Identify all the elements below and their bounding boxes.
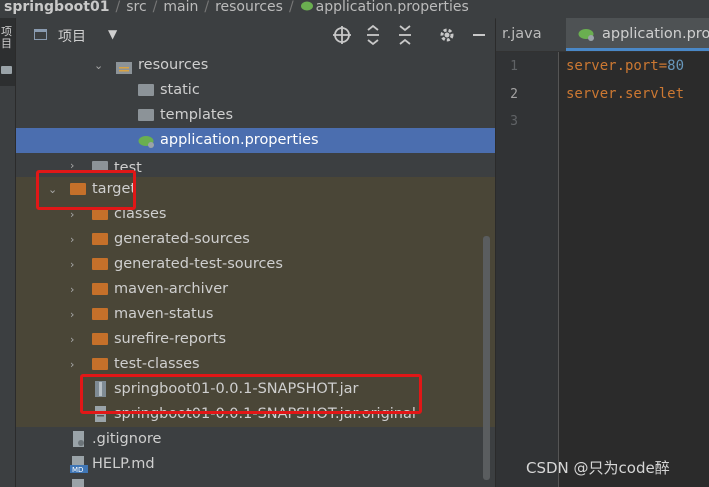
tree-node-label: maven-archiver <box>114 281 229 297</box>
tree-node-label: static <box>160 82 200 98</box>
tree-node-label: generated-test-sources <box>114 256 283 272</box>
breadcrumb-file[interactable]: application.properties <box>316 0 469 14</box>
tree-node-surefire-reports[interactable]: › surefire-reports <box>16 327 495 352</box>
breadcrumb-separator: / <box>115 0 121 15</box>
project-tool-window-button[interactable]: 项目 <box>0 18 15 86</box>
left-tool-strip: 项目 <box>0 18 16 487</box>
target-icon[interactable] <box>331 24 353 46</box>
tree-node-maven-archiver[interactable]: › maven-archiver <box>16 277 495 302</box>
folder-icon <box>92 283 108 295</box>
breadcrumb-separator: / <box>204 0 210 15</box>
chevron-right-icon[interactable]: › <box>70 227 80 252</box>
line-number: 3 <box>510 114 518 129</box>
project-tree: ⌄ resources static templates application… <box>16 53 495 487</box>
folder-icon <box>92 308 108 320</box>
chevron-right-icon[interactable]: › <box>70 302 80 327</box>
breadcrumb-project[interactable]: springboot01 <box>4 0 109 14</box>
highlight-box-target <box>36 170 136 210</box>
folder-icon <box>138 109 154 121</box>
breadcrumb-resources[interactable]: resources <box>215 0 283 14</box>
tree-node-resources[interactable]: ⌄ resources <box>16 53 495 78</box>
editor-tab-bar: r.java application.pro <box>496 18 709 52</box>
code-line[interactable]: server.port=80 <box>566 58 684 74</box>
tree-node-generated-test-sources[interactable]: › generated-test-sources <box>16 252 495 277</box>
project-tool-window-label: 项目 <box>1 25 12 50</box>
svg-text:MD: MD <box>72 466 83 473</box>
chevron-right-icon[interactable]: › <box>70 252 80 277</box>
breadcrumb-separator: / <box>152 0 158 15</box>
spring-leaf-icon <box>300 1 313 11</box>
folder-icon <box>92 358 108 370</box>
tree-node-maven-status[interactable]: › maven-status <box>16 302 495 327</box>
project-panel-title[interactable]: 项目 <box>58 26 86 46</box>
chevron-down-icon[interactable]: ▼ <box>108 27 117 41</box>
property-value: 80 <box>667 58 685 74</box>
watermark: CSDN @只为code醉 <box>526 459 670 477</box>
project-panel: 项目 ▼ ⌄ resources static templates applic… <box>16 18 495 487</box>
file-icon <box>72 479 84 487</box>
tab-application-properties[interactable]: application.pro <box>566 18 709 51</box>
line-number: 2 <box>510 87 518 102</box>
folder-icon <box>92 233 108 245</box>
chevron-right-icon[interactable]: › <box>70 277 80 302</box>
breadcrumb-separator: / <box>288 0 294 15</box>
folder-icon <box>92 333 108 345</box>
breadcrumb-src[interactable]: src <box>126 0 146 14</box>
tree-node-label: HELP.md <box>92 456 155 472</box>
tree-node-label: maven-status <box>114 306 214 322</box>
tree-node-templates[interactable]: templates <box>16 103 495 128</box>
property-key: server.servlet <box>566 86 685 102</box>
tree-node-application-properties[interactable]: application.properties <box>16 128 495 153</box>
highlight-box-jar <box>80 374 422 414</box>
tree-node-label: templates <box>160 107 234 123</box>
tab-java-file[interactable]: r.java <box>496 18 558 51</box>
tab-label: r.java <box>502 26 542 42</box>
line-number: 1 <box>510 59 518 74</box>
tree-node-label: surefire-reports <box>114 331 227 347</box>
chevron-right-icon[interactable]: › <box>70 327 80 352</box>
editor-area: r.java application.pro 1 2 3 server.port… <box>496 18 709 487</box>
chevron-down-icon[interactable]: ⌄ <box>94 53 104 78</box>
tree-node-generated-sources[interactable]: › generated-sources <box>16 227 495 252</box>
line-number-gutter: 1 2 3 <box>496 52 559 487</box>
tree-node-label: generated-sources <box>114 231 250 247</box>
tree-node-help-md[interactable]: MD HELP.md <box>16 452 495 477</box>
folder-icon <box>92 258 108 270</box>
tab-label: application.pro <box>602 26 709 42</box>
spring-leaf-icon <box>578 29 594 41</box>
tree-node-label: resources <box>138 57 209 73</box>
expand-all-icon[interactable] <box>362 24 384 46</box>
breadcrumb: springboot01 / src / main / resources / applicat… <box>0 0 709 19</box>
tree-node-label: .gitignore <box>92 431 162 447</box>
tree-node-static[interactable]: static <box>16 78 495 103</box>
project-panel-header: 项目 ▼ <box>16 18 495 53</box>
code-line[interactable]: server.servlet <box>566 86 684 102</box>
tree-node-gitignore[interactable]: .gitignore <box>16 427 495 452</box>
tree-node-label: application.properties <box>160 132 319 148</box>
vertical-scrollbar[interactable] <box>483 236 490 480</box>
folder-icon <box>1 66 12 74</box>
chevron-right-icon[interactable]: › <box>70 352 80 377</box>
property-key: server.port= <box>566 58 668 74</box>
folder-icon <box>138 84 154 96</box>
breadcrumb-main[interactable]: main <box>163 0 198 14</box>
window-icon <box>34 29 47 40</box>
gear-icon[interactable] <box>436 24 458 46</box>
minimize-icon[interactable] <box>468 24 490 46</box>
collapse-all-icon[interactable] <box>394 24 416 46</box>
